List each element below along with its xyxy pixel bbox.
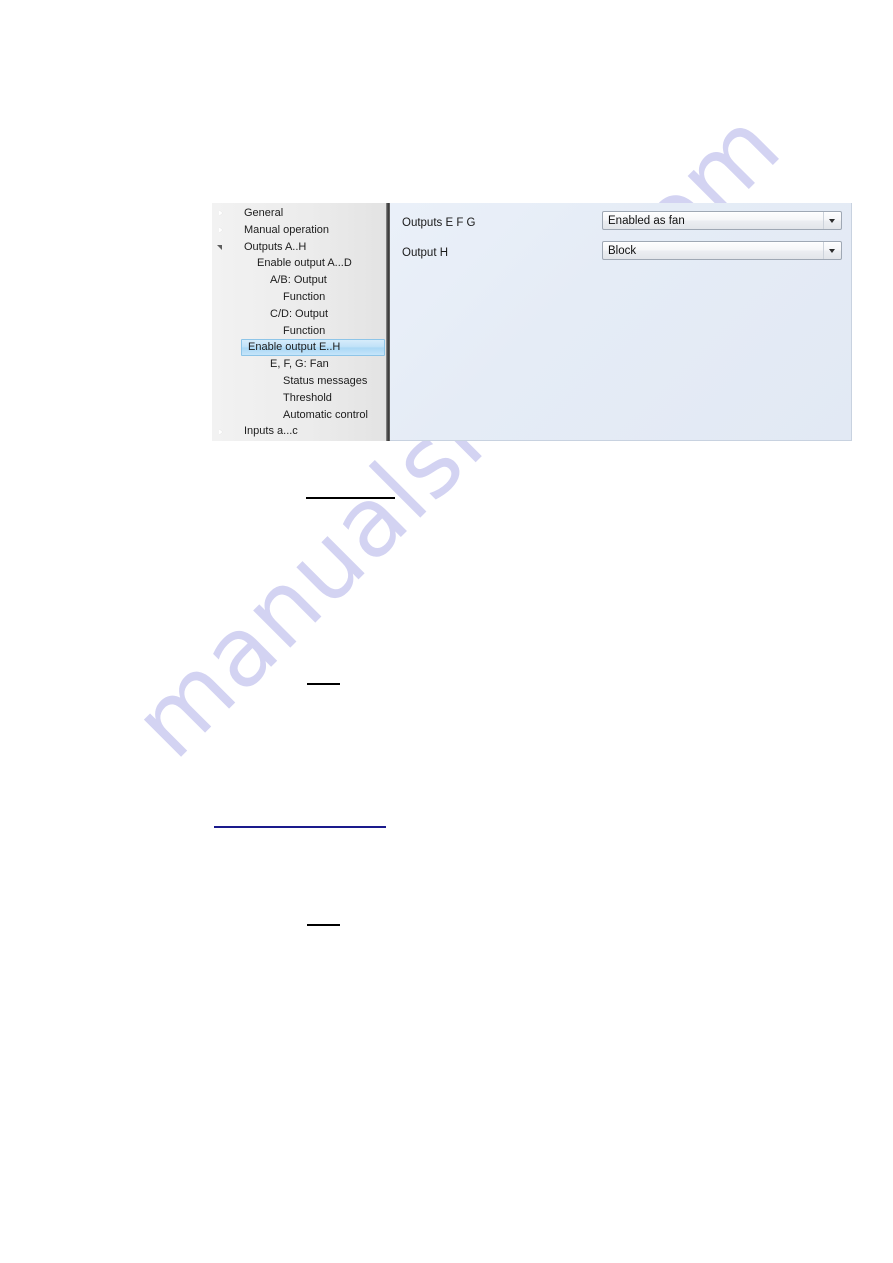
tree-expander-spacer (215, 357, 228, 373)
tree-expander-spacer (215, 390, 228, 406)
tree-item[interactable]: Enable output A...D (212, 255, 386, 272)
chevron-down-icon[interactable] (823, 212, 841, 229)
tree-expander-spacer (215, 323, 228, 339)
parameter-dropdown-value: Enabled as fan (608, 214, 685, 227)
tree-expander-spacer (215, 306, 228, 322)
tree-item[interactable]: Automatic control (212, 407, 386, 424)
tree-expander-expand-icon[interactable] (215, 424, 228, 440)
tree-item-label-selected: Enable output E..H (248, 341, 341, 354)
parameter-dropdown-value: Block (608, 244, 637, 257)
rule-1 (306, 497, 395, 499)
tree-item-label: Enable output A...D (257, 257, 352, 270)
tree-expander-expand-icon[interactable] (215, 205, 228, 221)
parameter-dropdown[interactable]: Block (602, 241, 842, 260)
chevron-down-icon[interactable] (823, 242, 841, 259)
tree-item[interactable]: C/D: Output (212, 306, 386, 323)
tree-item[interactable]: Status messages (212, 373, 386, 390)
page-watermark: manualshive.com (0, 0, 893, 1263)
tree-expander-spacer (215, 289, 228, 305)
tree-expander-spacer (215, 256, 228, 272)
parameter-tree-pane[interactable]: General Manual operation Outputs A..H Enabl… (212, 203, 386, 441)
parameter-label: Outputs E F G (402, 217, 476, 229)
parameter-settings-pane: Outputs E F G Enabled as fan Output H Block (390, 203, 852, 441)
tree-expander-collapse-icon[interactable] (215, 239, 228, 255)
tree-item[interactable]: Manual operation (212, 222, 386, 239)
parameter-row: Output H Block (390, 241, 851, 269)
rule-3 (214, 826, 386, 828)
tree-expander-spacer (215, 273, 228, 289)
parameter-dropdown[interactable]: Enabled as fan (602, 211, 842, 230)
tree-item[interactable]: Enable output E..H (241, 339, 385, 357)
tree-expander-spacer (215, 407, 228, 423)
tree-item-label: Inputs a...c (244, 425, 298, 438)
tree-item-label: Outputs A..H (244, 240, 307, 253)
tree-item-label: General (244, 207, 284, 219)
tree-item[interactable]: Threshold (212, 390, 386, 407)
parameter-row: Outputs E F G Enabled as fan (390, 211, 851, 239)
tree-item[interactable]: E, F, G: Fan (212, 356, 386, 373)
tree-item[interactable]: General (212, 205, 386, 222)
tree-expander-spacer (215, 373, 228, 389)
tree-item-label: A/B: Output (270, 274, 327, 287)
rule-4 (307, 924, 340, 926)
tree-item-label: Status messages (283, 374, 368, 387)
tree-item[interactable]: Function (212, 323, 386, 340)
tree-item[interactable]: A/B: Output (212, 272, 386, 289)
tree-item-label: C/D: Output (270, 307, 329, 320)
tree-item-label: Automatic control (283, 408, 368, 421)
parameter-label: Output H (402, 247, 449, 259)
ets-parameter-window: General Manual operation Outputs A..H Enabl… (212, 203, 852, 441)
rule-2 (307, 683, 340, 685)
tree-item-label: E, F, G: Fan (270, 358, 329, 371)
tree-item-label: Function (283, 290, 326, 303)
tree-expander-expand-icon[interactable] (215, 222, 228, 238)
parameter-tree-list: General Manual operation Outputs A..H Enabl… (212, 203, 386, 440)
tree-item-label: Function (283, 324, 326, 337)
tree-item[interactable]: Function (212, 289, 386, 306)
tree-item-label: Manual operation (244, 223, 330, 236)
tree-item-label: Threshold (283, 391, 332, 404)
tree-item[interactable]: Outputs A..H (212, 239, 386, 256)
tree-item[interactable]: Inputs a...c (212, 423, 386, 440)
